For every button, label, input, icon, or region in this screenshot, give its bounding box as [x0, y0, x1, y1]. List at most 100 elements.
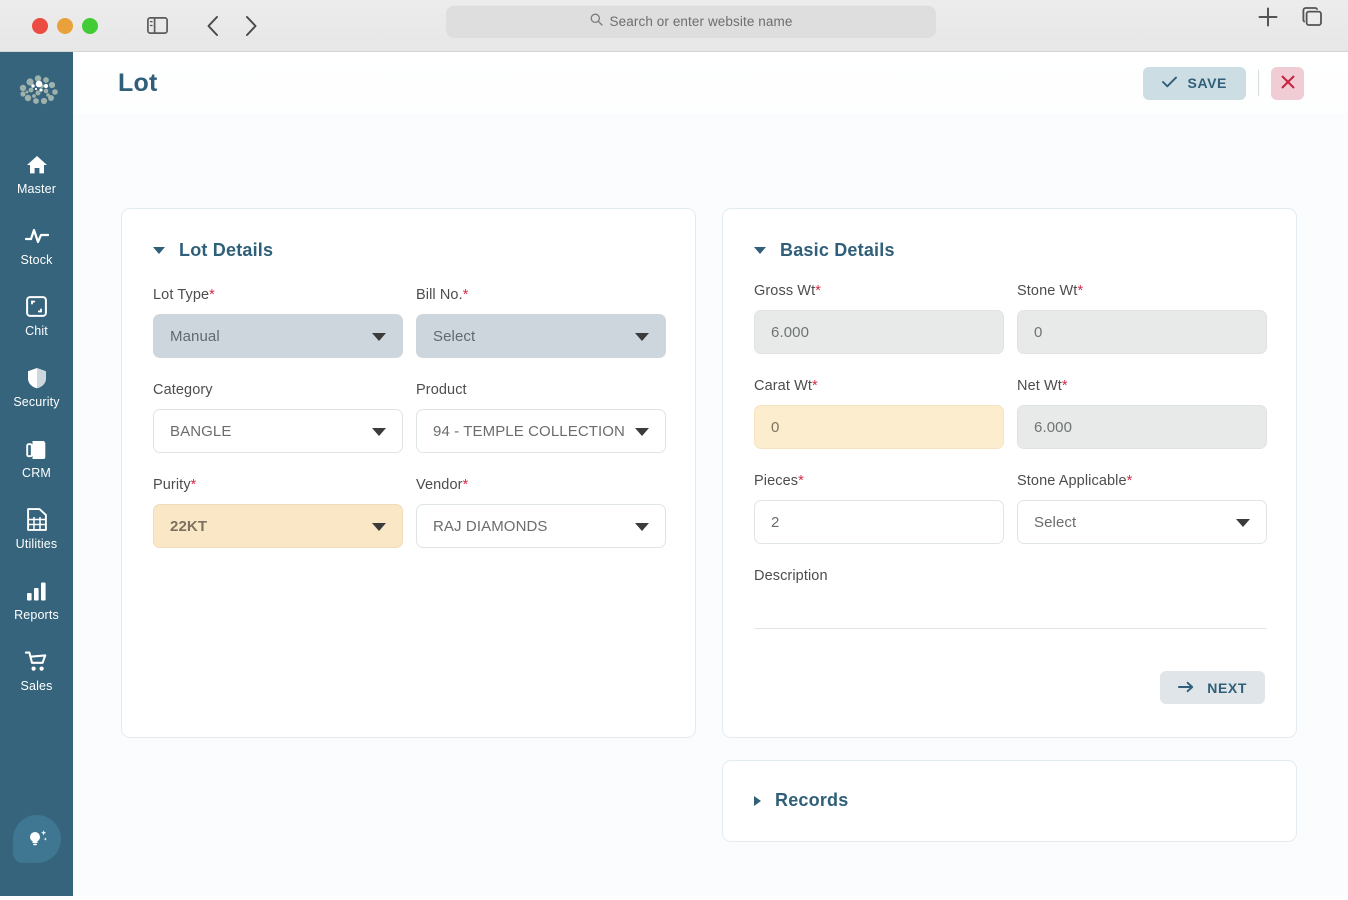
save-button[interactable]: SAVE: [1142, 66, 1246, 100]
pieces-input[interactable]: 2: [754, 500, 1004, 544]
field-stone-wt: Stone Wt* 0: [1017, 283, 1267, 354]
sidebar-item-security[interactable]: Security: [0, 352, 73, 423]
label-net-wt: Net Wt*: [1017, 378, 1068, 394]
records-card[interactable]: Records: [722, 760, 1297, 842]
lot-details-title: Lot Details: [179, 240, 274, 260]
sidebar-item-utilities[interactable]: Utilities: [0, 494, 73, 565]
records-title: Records: [775, 790, 849, 810]
label-description: Description: [754, 568, 828, 584]
sidebar-item-crm[interactable]: CRM: [0, 423, 73, 494]
sidebar-label-stock: Stock: [20, 252, 53, 267]
required-marker: *: [1126, 473, 1133, 489]
stone-applicable-select[interactable]: Select: [1017, 500, 1267, 544]
field-stone-applicable: Stone Applicable* Select: [1017, 473, 1267, 544]
browser-right-actions: [1257, 6, 1324, 33]
gross-wt-input[interactable]: 6.000: [754, 310, 1004, 354]
lightbulb-idea-icon[interactable]: [13, 815, 61, 863]
sidebar-item-chit[interactable]: Chit: [0, 281, 73, 352]
chevron-right-icon[interactable]: [234, 9, 268, 43]
tab-overview-icon[interactable]: [1301, 6, 1324, 33]
field-category: Category BANGLE: [153, 382, 403, 453]
sidebar-toggle-icon[interactable]: [140, 9, 174, 43]
required-marker: *: [462, 477, 469, 493]
sidebar-label-utilities: Utilities: [15, 536, 58, 551]
stone-wt-input[interactable]: 0: [1017, 310, 1267, 354]
window-traffic-lights: [32, 17, 98, 34]
sidebar-label-security: Security: [13, 394, 60, 409]
field-net-wt: Net Wt* 6.000: [1017, 378, 1267, 449]
lot-type-select[interactable]: Manual: [153, 314, 403, 358]
field-product: Product 94 - TEMPLE COLLECTION: [416, 382, 666, 453]
label-purity: Purity*: [153, 477, 197, 493]
carat-wt-input[interactable]: 0: [754, 405, 1004, 449]
close-form-button[interactable]: [1271, 66, 1304, 100]
label-carat-wt: Carat Wt*: [754, 378, 818, 394]
grid-document-icon: [26, 508, 47, 531]
bill-no-select[interactable]: Select: [416, 314, 666, 358]
bar-chart-icon: [26, 580, 48, 602]
label-stone-applicable: Stone Applicable*: [1017, 473, 1133, 489]
basic-details-header: Basic Details: [723, 209, 1296, 261]
label-category: Category: [153, 382, 213, 398]
field-bill-no: Bill No.* Select: [416, 287, 666, 358]
basic-details-title: Basic Details: [780, 240, 895, 260]
label-stone-wt: Stone Wt*: [1017, 283, 1084, 299]
field-vendor: Vendor* RAJ DIAMONDS: [416, 477, 666, 548]
category-value: BANGLE: [170, 422, 232, 440]
label-pieces: Pieces*: [754, 473, 804, 489]
sidebar-label-sales: Sales: [20, 678, 53, 693]
chevron-left-icon[interactable]: [196, 9, 230, 43]
product-value: 94 - TEMPLE COLLECTION: [433, 422, 625, 440]
label-bill-no: Bill No.*: [416, 287, 469, 303]
net-wt-input[interactable]: 6.000: [1017, 405, 1267, 449]
vendor-select[interactable]: RAJ DIAMONDS: [416, 504, 666, 548]
window-bottom-edge: [0, 896, 1348, 900]
records-header[interactable]: Records: [723, 761, 1296, 811]
carat-wt-value: 0: [771, 418, 780, 436]
sidebar-label-chit: Chit: [25, 323, 48, 338]
stone-applicable-value: Select: [1034, 513, 1077, 531]
page-title: Lot: [118, 68, 158, 97]
field-carat-wt: Carat Wt* 0: [754, 378, 1004, 449]
window-maximize-button[interactable]: [82, 17, 98, 34]
pieces-value: 2: [771, 513, 780, 531]
check-icon: [1161, 75, 1177, 91]
app-logo[interactable]: [0, 52, 73, 127]
sidebar-item-master[interactable]: Master: [0, 139, 73, 210]
lot-details-header: Lot Details: [122, 209, 695, 261]
window-close-button[interactable]: [32, 17, 48, 34]
label-gross-wt: Gross Wt*: [754, 283, 821, 299]
application-window: Master Stock Chit Security CRM Utilities…: [0, 52, 1348, 900]
plus-icon[interactable]: [1257, 6, 1279, 33]
save-button-label: SAVE: [1187, 75, 1227, 91]
category-select[interactable]: BANGLE: [153, 409, 403, 453]
chevron-down-icon[interactable]: [153, 247, 165, 254]
lot-details-card: Lot Details Lot Type* Manual Bill No.* S…: [121, 208, 696, 738]
label-product: Product: [416, 382, 467, 398]
address-bar-placeholder: Search or enter website name: [609, 14, 793, 29]
activity-pulse-icon: [24, 225, 49, 247]
required-marker: *: [798, 473, 804, 489]
purity-select[interactable]: 22KT: [153, 504, 403, 548]
action-divider: [1258, 70, 1259, 96]
description-underline: [754, 628, 1267, 629]
field-purity: Purity* 22KT: [153, 477, 403, 548]
page-header: Lot SAVE: [73, 52, 1348, 114]
chevron-right-icon[interactable]: [754, 795, 761, 806]
purity-value: 22KT: [170, 517, 208, 535]
required-marker: *: [190, 477, 197, 493]
gross-wt-value: 6.000: [771, 323, 810, 341]
description-textarea[interactable]: [754, 628, 1267, 629]
product-select[interactable]: 94 - TEMPLE COLLECTION: [416, 409, 666, 453]
label-vendor: Vendor*: [416, 477, 469, 493]
window-minimize-button[interactable]: [57, 17, 73, 34]
field-gross-wt: Gross Wt* 6.000: [754, 283, 1004, 354]
address-search-bar[interactable]: Search or enter website name: [446, 5, 936, 38]
chevron-down-icon[interactable]: [754, 247, 766, 254]
bill-no-value: Select: [433, 327, 476, 345]
sidebar-item-reports[interactable]: Reports: [0, 565, 73, 636]
next-button[interactable]: NEXT: [1160, 671, 1265, 704]
sidebar-item-stock[interactable]: Stock: [0, 210, 73, 281]
search-icon: [590, 13, 603, 31]
sidebar-item-sales[interactable]: Sales: [0, 636, 73, 707]
